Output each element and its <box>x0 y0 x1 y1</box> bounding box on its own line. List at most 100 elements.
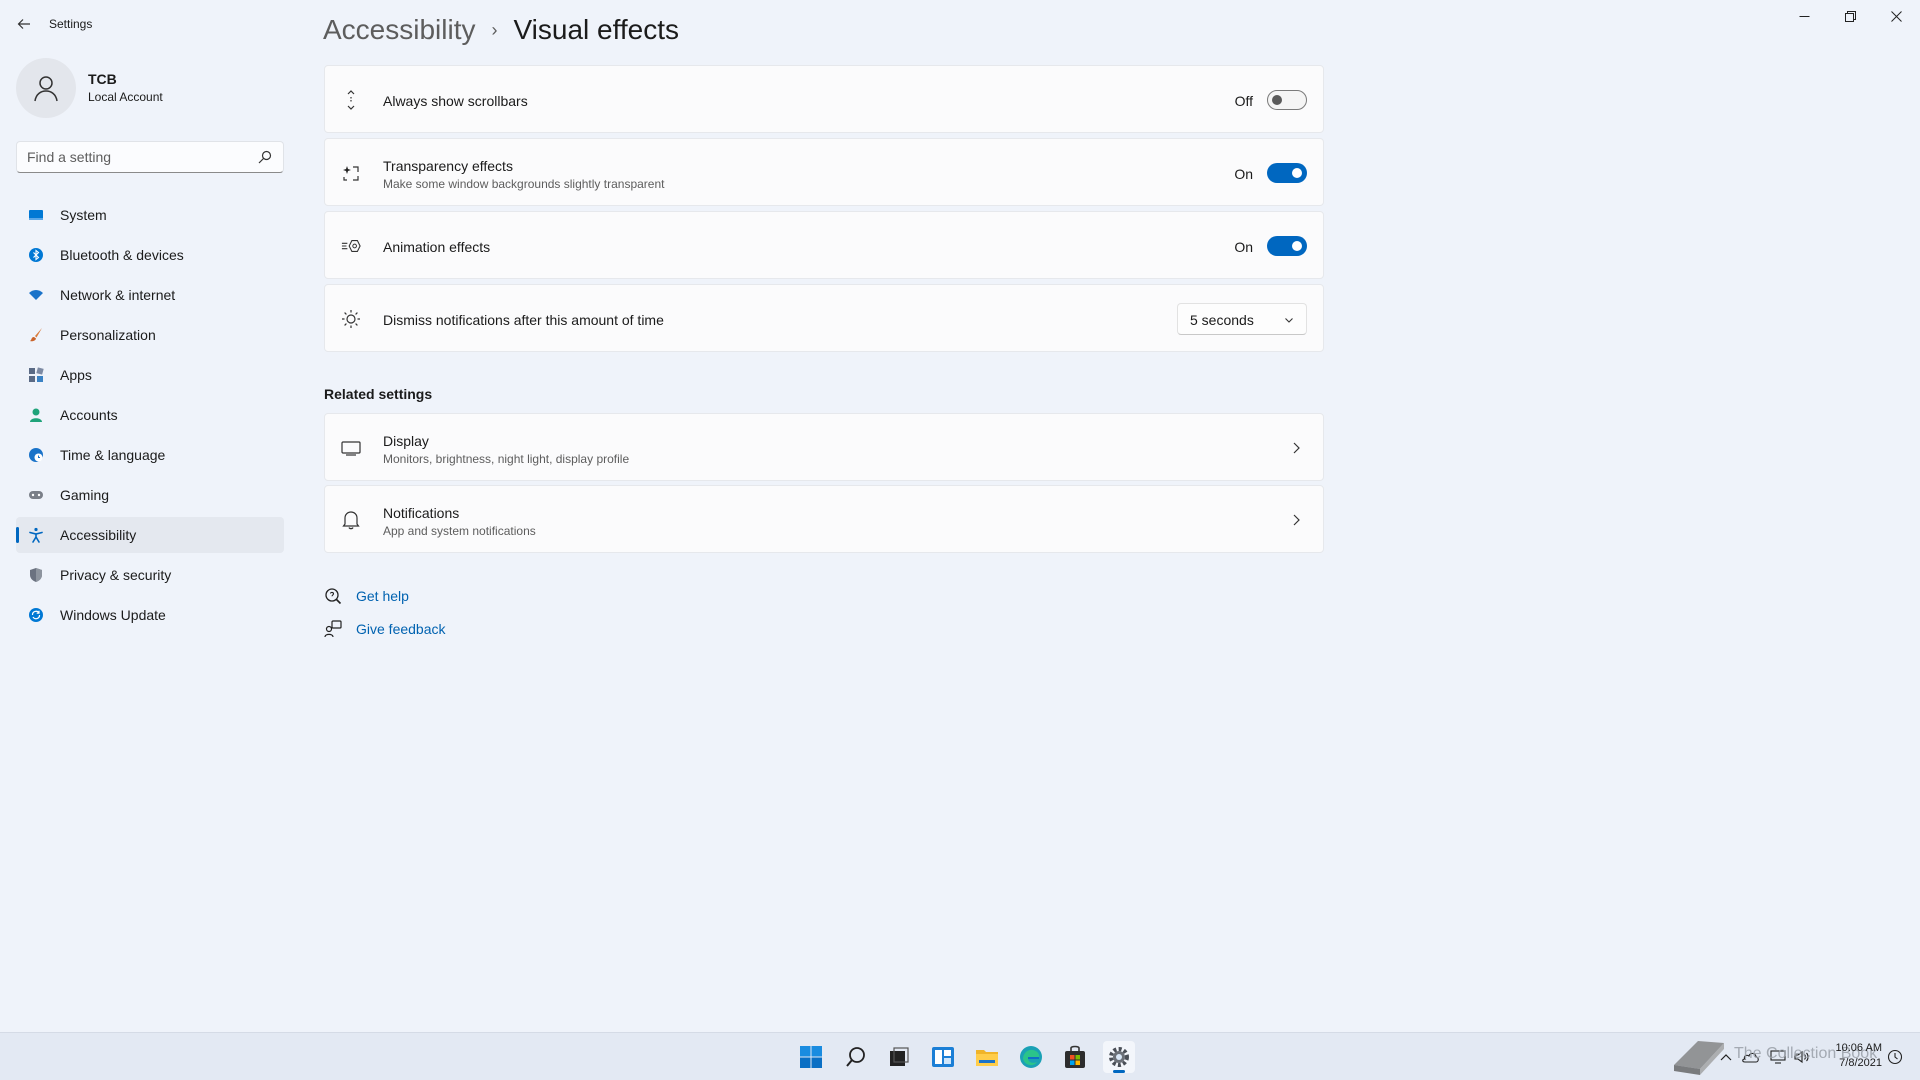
sidebar-item-label: Bluetooth & devices <box>60 247 184 263</box>
sidebar-item-label: Network & internet <box>60 287 176 303</box>
related-description: App and system notifications <box>383 524 536 538</box>
setting-transparency-card: Transparency effects Make some window ba… <box>324 138 1324 206</box>
transparency-toggle[interactable] <box>1267 163 1307 183</box>
setting-animation-card: Animation effects On <box>324 211 1324 279</box>
chevron-down-icon <box>1285 318 1293 323</box>
toggle-state-label: On <box>1234 239 1253 255</box>
sidebar-item-label: Accessibility <box>60 527 137 543</box>
user-profile[interactable]: TCB Local Account <box>16 58 276 118</box>
settings-gear-icon <box>1109 1047 1129 1067</box>
sidebar-item-windows-update[interactable]: Windows Update <box>16 597 284 633</box>
settings-taskbar-button[interactable] <box>1103 1041 1135 1073</box>
give-feedback-link[interactable]: Give feedback <box>324 620 446 638</box>
apps-icon <box>28 367 44 383</box>
brush-icon <box>28 327 44 343</box>
scrollbar-arrows-icon <box>341 90 361 110</box>
widgets-button[interactable] <box>927 1041 959 1073</box>
setting-notification-timeout-card: Dismiss notifications after this amount … <box>324 284 1324 352</box>
setting-scrollbars-card: Always show scrollbars Off <box>324 65 1324 133</box>
accessibility-icon <box>28 527 44 543</box>
back-button[interactable] <box>12 12 36 36</box>
user-name: TCB <box>88 71 117 87</box>
sidebar-item-apps[interactable]: Apps <box>16 357 284 393</box>
minimize-button[interactable] <box>1781 0 1827 32</box>
setting-title: Always show scrollbars <box>383 93 528 109</box>
account-type: Local Account <box>88 90 163 104</box>
task-view-button[interactable] <box>883 1041 915 1073</box>
close-button[interactable] <box>1873 0 1919 32</box>
taskbar-search-button[interactable] <box>840 1041 872 1073</box>
related-title: Notifications <box>383 505 460 521</box>
sidebar-item-personalization[interactable]: Personalization <box>16 317 284 353</box>
minimize-icon <box>1799 15 1809 17</box>
shield-icon <box>28 567 44 583</box>
setting-title: Animation effects <box>383 239 491 255</box>
moon-clock-icon <box>1887 1049 1903 1065</box>
feedback-icon <box>324 620 342 638</box>
bell-icon <box>341 510 361 530</box>
sidebar-item-bluetooth[interactable]: Bluetooth & devices <box>16 237 284 273</box>
search-icon[interactable] <box>257 149 273 165</box>
sidebar-item-gaming[interactable]: Gaming <box>16 477 284 513</box>
edge-browser-button[interactable] <box>1015 1041 1047 1073</box>
sidebar-item-label: Privacy & security <box>60 567 172 583</box>
store-button[interactable] <box>1059 1041 1091 1073</box>
related-settings-heading: Related settings <box>324 386 433 402</box>
motion-icon <box>341 236 361 256</box>
sidebar-item-label: System <box>60 207 107 223</box>
sidebar-item-time-language[interactable]: Time & language <box>16 437 284 473</box>
file-explorer-button[interactable] <box>971 1041 1003 1073</box>
start-button[interactable] <box>795 1041 827 1073</box>
notification-timeout-dropdown[interactable]: 5 seconds <box>1177 303 1307 335</box>
display-icon <box>341 438 361 458</box>
search-box <box>16 141 284 173</box>
person-icon <box>28 407 44 423</box>
globe-clock-icon <box>28 447 44 463</box>
related-notifications-card[interactable]: Notifications App and system notificatio… <box>324 485 1324 553</box>
sidebar-item-accessibility[interactable]: Accessibility <box>16 517 284 553</box>
wifi-icon <box>28 287 44 303</box>
scrollbars-toggle[interactable] <box>1267 90 1307 110</box>
breadcrumb-separator: › <box>491 19 498 40</box>
clock[interactable]: 10:06 AM 7/8/2021 <box>1820 1041 1882 1071</box>
focus-assist-tray[interactable] <box>1884 1041 1906 1073</box>
help-chat-icon <box>324 587 342 605</box>
related-description: Monitors, brightness, night light, displ… <box>383 452 630 466</box>
sidebar-item-label: Accounts <box>60 407 118 423</box>
edge-icon <box>1020 1046 1042 1068</box>
get-help-link[interactable]: Get help <box>324 587 409 605</box>
app-title: Settings <box>49 17 93 31</box>
restore-button[interactable] <box>1827 0 1873 32</box>
sidebar-item-label: Gaming <box>60 487 110 503</box>
sidebar-item-network[interactable]: Network & internet <box>16 277 284 313</box>
sun-timer-icon <box>341 309 361 329</box>
widgets-icon <box>932 1047 954 1067</box>
related-title: Display <box>383 433 429 449</box>
task-view-icon <box>890 1047 909 1066</box>
back-arrow-icon <box>17 19 30 29</box>
start-icon <box>800 1046 822 1068</box>
sidebar-item-accounts[interactable]: Accounts <box>16 397 284 433</box>
avatar <box>16 58 76 118</box>
search-icon <box>846 1047 865 1067</box>
show-hidden-icons-button[interactable] <box>1718 1041 1734 1073</box>
give-feedback-label: Give feedback <box>356 621 446 637</box>
bluetooth-icon <box>28 247 44 263</box>
related-display-card[interactable]: Display Monitors, brightness, night ligh… <box>324 413 1324 481</box>
toggle-state-label: Off <box>1234 93 1253 109</box>
sidebar-item-privacy-security[interactable]: Privacy & security <box>16 557 284 593</box>
clock-date: 7/8/2021 <box>1839 1057 1882 1069</box>
page-title: Visual effects <box>513 14 679 45</box>
update-icon <box>28 607 44 623</box>
animation-toggle[interactable] <box>1267 236 1307 256</box>
person-avatar-icon <box>34 76 58 102</box>
breadcrumb-parent-link[interactable]: Accessibility <box>323 14 475 46</box>
clock-time: 10:06 AM <box>1835 1042 1882 1054</box>
setting-title: Transparency effects <box>383 158 513 174</box>
settings-window: Settings TCB Local Account System Blueto… <box>0 0 1920 1032</box>
setting-title: Dismiss notifications after this amount … <box>383 312 664 328</box>
chevron-right-icon <box>1293 442 1300 454</box>
sidebar-nav: System Bluetooth & devices Network & int… <box>16 197 284 637</box>
sidebar-item-system[interactable]: System <box>16 197 284 233</box>
search-input[interactable] <box>17 142 247 172</box>
